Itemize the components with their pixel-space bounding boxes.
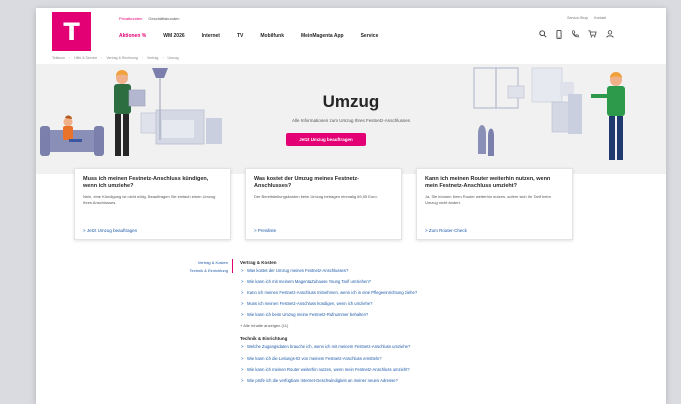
nav-item-meinmagenta-app[interactable]: MeinMagenta App xyxy=(301,33,344,39)
faq-card-text: Der Bereitstellungskosten beim Umzug bet… xyxy=(254,194,378,199)
cart-icon[interactable] xyxy=(588,30,597,38)
faq-card-text: Nein, eine Kündigung ist nicht nötig. Be… xyxy=(83,194,216,205)
faq-question-link[interactable]: Wie kann ich meinen Router weiterhin nut… xyxy=(241,367,600,373)
faq-card-link[interactable]: > Jetzt Umzug beauftragen xyxy=(83,228,137,233)
faq-card-link[interactable]: > Zum Router-Check xyxy=(425,228,467,233)
breadcrumb-current: Umzug xyxy=(167,56,179,60)
faq-section-title: Technik & Einrichtung xyxy=(240,336,288,342)
faq-section-title: Vertrag & Kosten xyxy=(240,260,277,265)
faq-question-link[interactable]: Was kostet der Umzug meines Festnetz-Ans… xyxy=(241,268,600,274)
faq-card-title: Was kostet der Umzug meines Festnetz-Ans… xyxy=(254,176,359,189)
top-link-kontakt[interactable]: Kontakt xyxy=(594,16,606,20)
category-link-technik-einrichtung[interactable]: Technik & Einrichtung xyxy=(156,267,228,275)
user-icon[interactable] xyxy=(606,30,614,38)
faq-question-link[interactable]: Wie prüfe ich die verfügbare Internet-Ge… xyxy=(241,378,600,384)
search-icon[interactable] xyxy=(539,30,547,38)
main-nav: Aktionen % WM 2026 Internet TV Mobilfunk… xyxy=(119,33,378,39)
faq-question-link[interactable]: Wie kann ich die Leitungs-ID von meinem … xyxy=(241,356,600,362)
faq-question-link[interactable]: Wie kann ich beim Umzug meine Festnetz-R… xyxy=(241,312,600,318)
header-icons xyxy=(539,30,614,39)
show-all-button[interactable]: + Alle Inhalte anzeigen (11) xyxy=(240,323,600,328)
segment-geschaeftskunden[interactable]: Geschäftskunden xyxy=(148,16,179,21)
breadcrumb-item[interactable]: Vertrag & Rechnung xyxy=(106,56,138,60)
chevron-right-icon: > xyxy=(425,228,428,233)
faq-card-text: Ja, Sie können Ihren Router weiterhin nu… xyxy=(425,194,551,205)
mobile-icon[interactable] xyxy=(556,30,562,39)
nav-item-tv[interactable]: TV xyxy=(237,33,243,39)
active-category-marker xyxy=(232,259,233,273)
faq-question-link[interactable]: Wie kann ich mit meinem MagentaZuhause Y… xyxy=(241,279,600,285)
category-link-vertrag-kosten[interactable]: Vertrag & Kosten xyxy=(156,259,228,267)
breadcrumb-item[interactable]: Hilfe & Service xyxy=(74,56,97,60)
faq-category-nav: Vertrag & Kosten Technik & Einrichtung xyxy=(156,259,228,275)
nav-item-mobilfunk[interactable]: Mobilfunk xyxy=(260,33,284,39)
segment-switch: Privatkunden Geschäftskunden xyxy=(119,16,180,21)
faq-card-title: Muss ich meinen Festnetz-Anschluss kündi… xyxy=(83,176,209,189)
start-move-button[interactable]: Jetzt Umzug beauftragen xyxy=(286,133,366,146)
faq-card-title: Kann ich meinen Router weiterhin nutzen,… xyxy=(425,176,551,189)
faq-card: Kann ich meinen Router weiterhin nutzen,… xyxy=(416,168,573,240)
faq-question-link[interactable]: Muss ich meinen Festnetz-Anschluss kündi… xyxy=(241,301,600,307)
top-link-service-shop[interactable]: Service-Shop xyxy=(567,16,588,20)
chevron-right-icon: > xyxy=(83,228,86,233)
top-links: Service-Shop Kontakt xyxy=(567,16,606,20)
nav-item-service[interactable]: Service xyxy=(361,33,379,39)
moving-illustration-right xyxy=(473,67,625,160)
breadcrumb-item[interactable]: Telekom xyxy=(52,56,65,60)
page: T Privatkunden Geschäftskunden Service-S… xyxy=(36,8,666,404)
phone-icon[interactable] xyxy=(571,30,579,38)
nav-item-wm-2026[interactable]: WM 2026 xyxy=(163,33,184,39)
segment-privatkunden[interactable]: Privatkunden xyxy=(119,16,142,21)
breadcrumb: Telekom › Hilfe & Service › Vertrag & Rech… xyxy=(52,56,179,60)
faq-cards: Muss ich meinen Festnetz-Anschluss kündi… xyxy=(74,168,573,240)
hero-banner: Umzug Alle Informationen zum Umzug Ihres… xyxy=(36,64,666,174)
faq-question-link[interactable]: Kann ich meinen Festnetz-Anschluss mitne… xyxy=(241,290,600,296)
faq-question-link[interactable]: Welche Zugangsdaten brauche ich, wenn ic… xyxy=(241,344,600,350)
faq-list: Vertrag & Kosten Was kostet der Umzug me… xyxy=(240,260,600,389)
nav-item-aktionen[interactable]: Aktionen % xyxy=(119,33,146,39)
telekom-logo[interactable]: T xyxy=(52,12,91,51)
faq-card: Muss ich meinen Festnetz-Anschluss kündi… xyxy=(74,168,231,240)
nav-item-internet[interactable]: Internet xyxy=(202,33,220,39)
faq-card-link[interactable]: > Preisliste xyxy=(254,228,276,233)
chevron-right-icon: > xyxy=(254,228,257,233)
breadcrumb-item[interactable]: Vertrag xyxy=(147,56,158,60)
faq-card: Was kostet der Umzug meines Festnetz-Ans… xyxy=(245,168,402,240)
